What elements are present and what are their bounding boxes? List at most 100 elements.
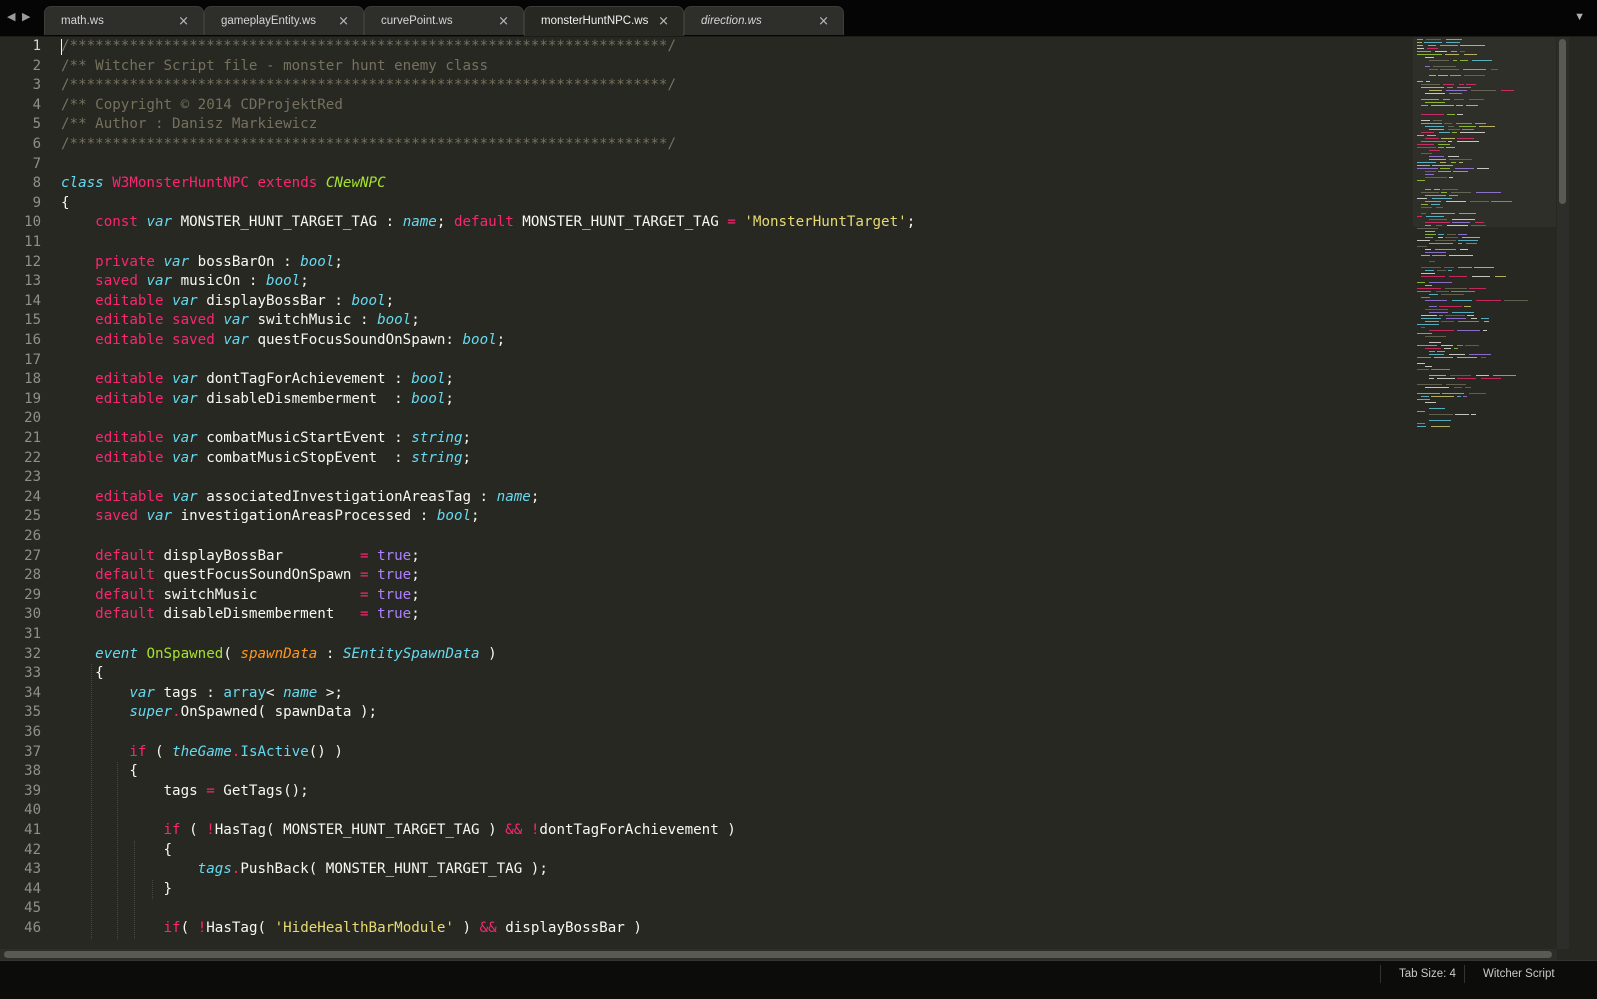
- minimap-stroke: [1435, 240, 1456, 241]
- tab-scroll-left-icon[interactable]: ◀: [7, 10, 15, 23]
- minimap-stroke: [1425, 231, 1435, 232]
- code-token: bool: [266, 273, 301, 290]
- minimap-stroke: [1463, 396, 1467, 397]
- minimap-stroke: [1465, 345, 1479, 346]
- minimap-stroke: [1417, 363, 1425, 364]
- tab-math-ws[interactable]: math.ws ×: [44, 6, 204, 35]
- minimap-stroke: [1448, 270, 1452, 271]
- code-line: editable var combatMusicStopEvent : stri…: [61, 449, 471, 469]
- horizontal-scrollbar-thumb[interactable]: [4, 951, 1552, 958]
- code-token: name: [496, 488, 531, 505]
- code-token: displayBossBar :: [197, 292, 352, 309]
- code-token: dontTagForAchievement ): [539, 822, 736, 838]
- code-token: ;: [411, 606, 420, 623]
- tab-list-menu-icon[interactable]: ▼: [1574, 11, 1585, 23]
- code-token: ;: [445, 390, 454, 407]
- code-token: var: [172, 390, 198, 407]
- minimap-stroke: [1439, 306, 1462, 307]
- code-token: super: [129, 704, 173, 721]
- line-number: 36: [24, 724, 41, 740]
- line-number: 13: [24, 273, 41, 290]
- code-token: var: [172, 371, 198, 388]
- code-token: bool: [411, 371, 446, 388]
- code-token: ;: [462, 430, 472, 446]
- code-token: ;: [530, 488, 540, 505]
- code-editor[interactable]: /***************************************…: [61, 37, 1411, 949]
- tab-curvePoint-ws[interactable]: curvePoint.ws ×: [364, 6, 524, 35]
- minimap-stroke: [1457, 357, 1477, 358]
- minimap-stroke: [1429, 312, 1448, 313]
- code-token: var: [146, 214, 173, 231]
- code-token: private: [95, 253, 155, 270]
- close-icon[interactable]: ×: [658, 14, 669, 29]
- code-token: string: [411, 449, 463, 466]
- code-line: default disableDismemberment = true;: [61, 605, 420, 625]
- syntax-indicator[interactable]: Witcher Script: [1464, 965, 1555, 983]
- minimap-stroke: [1431, 426, 1450, 427]
- tab-monsterHuntNPC-ws[interactable]: monsterHuntNPC.ws ×: [524, 6, 684, 36]
- close-icon[interactable]: ×: [498, 14, 509, 29]
- minimap-viewport[interactable]: [1413, 37, 1556, 227]
- minimap-stroke: [1458, 234, 1467, 235]
- code-token: saved: [95, 273, 138, 290]
- tab-gameplayEntity-ws[interactable]: gameplayEntity.ws ×: [204, 6, 364, 35]
- code-token: dontTagForAchievement :: [197, 371, 412, 388]
- code-token: /** Copyright © 2014 CDProjektRed: [61, 96, 343, 113]
- code-line: saved var musicOn : bool;: [61, 272, 309, 292]
- code-line: editable saved var switchMusic : bool;: [61, 311, 420, 331]
- code-line: super.OnSpawned( spawnData );: [61, 703, 377, 723]
- code-token: disableDismemberment :: [197, 390, 412, 407]
- code-line: /***************************************…: [61, 37, 676, 57]
- code-token: array: [223, 684, 267, 701]
- code-token: bool: [300, 253, 335, 270]
- code-token: ;: [496, 332, 506, 348]
- code-token: ;: [445, 371, 454, 388]
- code-token: =: [206, 782, 215, 799]
- minimap-stroke: [1429, 261, 1435, 262]
- code-line: /** Witcher Script file - monster hunt e…: [61, 57, 488, 77]
- tab-direction-ws[interactable]: direction.ws ×: [684, 6, 844, 35]
- line-number: 37: [24, 743, 41, 760]
- code-token: (: [180, 920, 198, 936]
- minimap-stroke: [1417, 411, 1425, 412]
- code-token: /** Witcher Script file - monster hunt e…: [61, 57, 489, 74]
- minimap-stroke: [1417, 426, 1426, 427]
- code-token: {: [61, 665, 104, 682]
- minimap-stroke: [1417, 324, 1439, 325]
- line-number-gutter: 1 2 3 4 5 6 7 8 9 10 11 12 13 14 15 16 17 18 19 20 21 22 23 24 2…: [0, 37, 54, 949]
- code-token: SEntitySpawnData: [342, 645, 480, 662]
- minimap-stroke: [1446, 384, 1466, 385]
- vertical-scrollbar-thumb[interactable]: [1559, 39, 1566, 204]
- code-token: var: [146, 508, 173, 525]
- code-token: MONSTER_HUNT_TARGET_TAG: [513, 214, 728, 231]
- minimap-stroke: [1417, 399, 1430, 400]
- minimap-stroke: [1429, 306, 1437, 307]
- minimap-stroke: [1437, 378, 1455, 379]
- tab-size-indicator[interactable]: Tab Size: 4: [1380, 965, 1456, 983]
- code-line: event OnSpawned( spawnData : SEntitySpaw…: [61, 645, 497, 665]
- tab-label: monsterHuntNPC.ws: [541, 15, 649, 27]
- code-token: true: [377, 547, 412, 564]
- line-number: 29: [24, 586, 41, 603]
- close-icon[interactable]: ×: [178, 14, 189, 29]
- code-token: investigationAreasProcessed :: [172, 508, 437, 525]
- minimap-stroke: [1429, 408, 1445, 409]
- tab-scroll-right-icon[interactable]: ▶: [22, 10, 30, 23]
- close-icon[interactable]: ×: [818, 14, 829, 29]
- minimap-stroke: [1421, 318, 1441, 319]
- line-number: 26: [24, 528, 41, 544]
- line-number: 38: [24, 763, 41, 780]
- close-icon[interactable]: ×: [338, 14, 349, 29]
- code-token: class: [61, 175, 104, 192]
- code-token: 'HideHealthBarModule': [274, 920, 454, 936]
- minimap-stroke: [1460, 249, 1468, 250]
- code-token: const: [95, 214, 138, 231]
- minimap-stroke: [1425, 234, 1436, 235]
